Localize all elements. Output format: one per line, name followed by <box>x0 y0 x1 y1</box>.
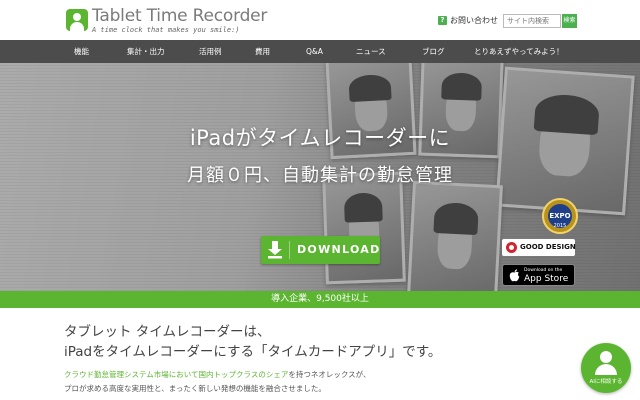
nav-item-faq[interactable]: Q&A <box>306 40 323 63</box>
intro-paragraph-line1: クラウド勤怠管理システム市場において国内トップクラスのシェアを持つネオレックスが… <box>64 369 371 380</box>
download-icon <box>268 241 282 259</box>
nav-item-news[interactable]: ニュース <box>356 40 386 63</box>
adoption-stats-bar: 導入企業、9,500社以上 <box>0 291 640 308</box>
ai-consult-label: AIに相談する <box>589 379 623 385</box>
main-nav: 機能 集計・出力 活用例 費用 Q&A ニュース ブログ とりあえずやってみよう… <box>0 40 640 63</box>
site-header: Tablet Time Recorder A time clock that m… <box>0 0 640 40</box>
intro-paragraph-line2: プロが求める高度な実用性と、まったく新しい発想の機能を融合させました。 <box>64 384 326 393</box>
good-design-label: GOOD DESIGN <box>520 243 576 251</box>
question-icon: ? <box>438 16 447 25</box>
svg-text:EXPO: EXPO <box>549 212 570 220</box>
nav-item-pricing[interactable]: 費用 <box>255 40 270 63</box>
intro-highlight-link[interactable]: クラウド勤怠管理システム市場において国内トップクラスのシェア <box>64 370 288 379</box>
app-store-label: App Store <box>524 274 569 284</box>
download-label: DOWNLOAD <box>297 243 381 256</box>
nav-item-examples[interactable]: 活用例 <box>199 40 222 63</box>
apple-icon <box>509 269 520 282</box>
hero-subtitle: 月額０円、自動集計の勤怠管理 <box>187 165 453 186</box>
search-button[interactable]: 検索 <box>562 14 577 28</box>
nav-item-blog[interactable]: ブログ <box>422 40 445 63</box>
logo-title[interactable]: Tablet Time Recorder <box>92 6 267 26</box>
intro-heading-line2: iPadをタイムレコーダーにする「タイムカードアプリ」です。 <box>64 344 442 360</box>
logo-tagline: A time clock that makes you smile:) <box>92 26 240 34</box>
expo-award-icon: EXPO 2015 <box>542 198 578 234</box>
contact-link[interactable]: ? お問い合わせ <box>438 15 498 26</box>
search-input[interactable] <box>503 14 561 28</box>
contact-label: お問い合わせ <box>450 16 498 25</box>
good-design-mark-icon <box>506 242 517 253</box>
logo-person-icon[interactable] <box>66 9 88 31</box>
app-store-small-text: Download on the <box>524 268 563 273</box>
intro-heading-line1: タブレット タイムレコーダーは、 <box>64 324 271 340</box>
good-design-badge[interactable]: GOOD DESIGN <box>502 239 576 256</box>
nav-item-features[interactable]: 機能 <box>74 40 89 63</box>
person-icon <box>600 351 612 363</box>
intro-paragraph-rest: を持つネオレックスが、 <box>288 370 371 379</box>
ai-consult-button[interactable]: AIに相談する <box>581 343 631 393</box>
hero-title: iPadがタイムレコーダーに <box>189 126 451 150</box>
nav-item-aggregate[interactable]: 集計・出力 <box>127 40 165 63</box>
app-store-badge[interactable]: Download on the App Store <box>502 264 575 286</box>
hero-banner: iPadがタイムレコーダーに 月額０円、自動集計の勤怠管理 DOWNLOAD E… <box>0 63 640 291</box>
download-button[interactable]: DOWNLOAD <box>261 236 380 264</box>
expo-year: 2015 <box>554 223 567 229</box>
nav-item-try[interactable]: とりあえずやってみよう！ <box>474 40 564 63</box>
